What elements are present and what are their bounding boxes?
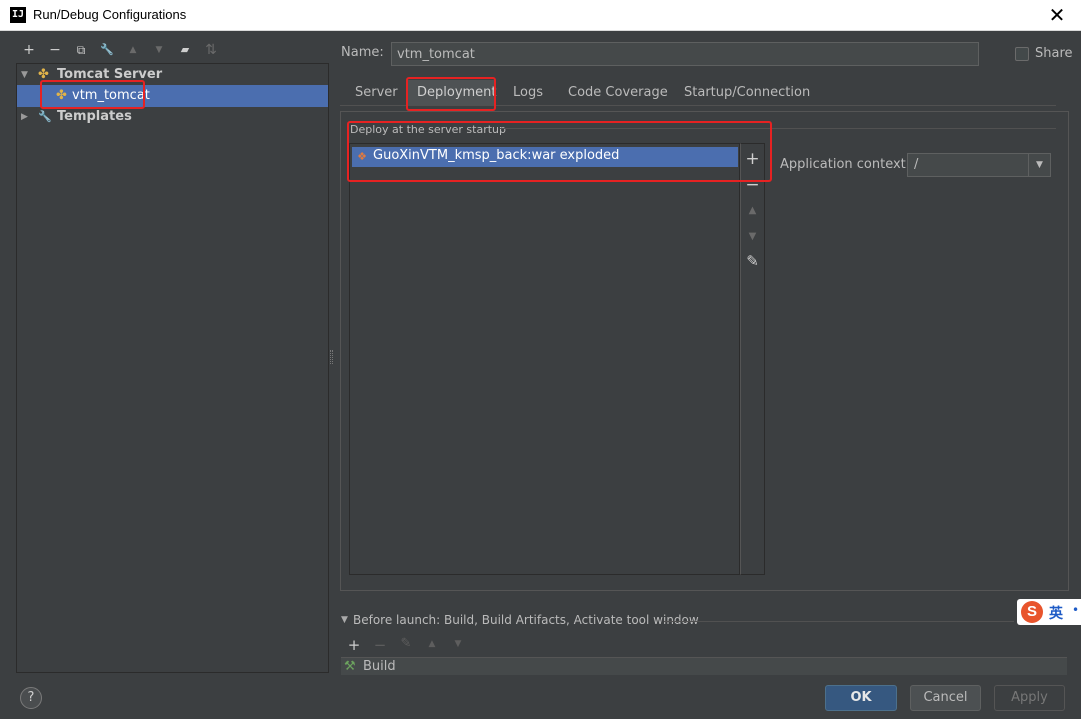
tree-item-vtm-tomcat[interactable]: ✤ vtm_tomcat	[17, 85, 328, 107]
tab-startup-connection[interactable]: Startup/Connection	[684, 84, 810, 106]
move-up-icon[interactable]: ▲	[741, 205, 764, 216]
artifact-name: GuoXinVTM_kmsp_back:war exploded	[373, 148, 620, 163]
add-icon[interactable]: +	[346, 636, 362, 654]
name-label: Name:	[341, 45, 384, 60]
apply-button[interactable]: Apply	[994, 685, 1065, 711]
tomcat-icon: ✤	[38, 67, 49, 82]
wrench-icon[interactable]: 🔧	[99, 40, 115, 60]
share-label: Share	[1035, 46, 1073, 61]
help-button[interactable]: ?	[20, 687, 42, 709]
tab-deployment[interactable]: Deployment	[417, 84, 497, 106]
name-input[interactable]	[391, 42, 979, 66]
hammer-icon: ⚒	[344, 659, 356, 674]
collapsed-arrow-icon[interactable]: ▶	[21, 106, 28, 128]
intellij-logo-icon: IJ	[10, 7, 26, 23]
application-context-label: Application context:	[780, 157, 911, 172]
tab-code-coverage[interactable]: Code Coverage	[568, 84, 668, 106]
new-folder-icon[interactable]: ▰	[177, 40, 193, 60]
edit-icon[interactable]: ✎	[398, 636, 414, 651]
expanded-arrow-icon[interactable]: ▼	[341, 615, 348, 625]
move-down-icon[interactable]: ▼	[151, 40, 167, 60]
add-icon[interactable]: +	[21, 40, 37, 60]
list-item[interactable]: ❖ GuoXinVTM_kmsp_back:war exploded	[352, 147, 738, 167]
list-item[interactable]: Build	[363, 659, 396, 674]
move-up-icon[interactable]: ▲	[125, 40, 141, 60]
share-checkbox[interactable]	[1015, 47, 1029, 61]
window-title: Run/Debug Configurations	[33, 7, 187, 22]
remove-icon[interactable]: −	[372, 636, 388, 654]
tree-group-label: Tomcat Server	[57, 67, 163, 82]
close-icon[interactable]: ✕	[1045, 3, 1069, 28]
ok-button[interactable]: OK	[825, 685, 897, 711]
ime-indicator[interactable]: S 英 •	[1017, 599, 1081, 625]
application-context-value: /	[914, 157, 919, 172]
cancel-button[interactable]: Cancel	[910, 685, 981, 711]
sort-icon[interactable]: ⇅	[203, 40, 219, 60]
ime-dot: •	[1072, 603, 1080, 617]
before-launch-list[interactable]: ⚒ Build	[341, 657, 1067, 675]
copy-icon[interactable]: ⧉	[73, 40, 89, 60]
title-bar: IJ Run/Debug Configurations ✕	[0, 0, 1081, 31]
remove-icon[interactable]: −	[47, 40, 63, 60]
deploy-artifact-list[interactable]: ❖ GuoXinVTM_kmsp_back:war exploded	[349, 143, 740, 575]
deploy-section-title: Deploy at the server startup	[350, 123, 507, 136]
ime-mode-label: 英	[1049, 606, 1063, 622]
wrench-icon: 🔧	[38, 110, 52, 123]
chevron-down-icon[interactable]: ▼	[1028, 154, 1050, 176]
add-icon[interactable]: +	[741, 149, 764, 169]
artifact-icon: ❖	[357, 150, 367, 163]
application-context-combo[interactable]: / ▼	[907, 153, 1051, 177]
configuration-tree: ▼ ✤ Tomcat Server ✤ vtm_tomcat ▶ 🔧 Templ…	[16, 63, 329, 673]
move-down-icon[interactable]: ▼	[741, 231, 764, 242]
tree-item-label: vtm_tomcat	[72, 88, 150, 103]
tree-group-tomcat-server[interactable]: ▼ ✤ Tomcat Server	[17, 64, 328, 86]
tree-group-templates[interactable]: ▶ 🔧 Templates	[17, 106, 328, 128]
move-up-icon[interactable]: ▲	[424, 639, 440, 649]
splitter-handle[interactable]	[330, 350, 333, 364]
sogou-logo-icon: S	[1021, 601, 1043, 623]
tab-server[interactable]: Server	[355, 84, 398, 106]
before-launch-title[interactable]: Before launch: Build, Build Artifacts, A…	[353, 613, 699, 627]
section-divider	[500, 128, 1056, 129]
tomcat-icon: ✤	[56, 88, 67, 103]
edit-icon[interactable]: ✎	[741, 252, 764, 270]
tab-strip-divider	[340, 105, 1056, 106]
expanded-arrow-icon[interactable]: ▼	[21, 64, 28, 86]
before-launch-divider	[664, 621, 1014, 622]
deploy-list-toolbar: + − ▲ ▼ ✎	[740, 143, 765, 575]
tree-group-label: Templates	[57, 109, 132, 124]
remove-icon[interactable]: −	[741, 175, 764, 195]
move-down-icon[interactable]: ▼	[450, 639, 466, 649]
tab-logs[interactable]: Logs	[513, 84, 543, 106]
